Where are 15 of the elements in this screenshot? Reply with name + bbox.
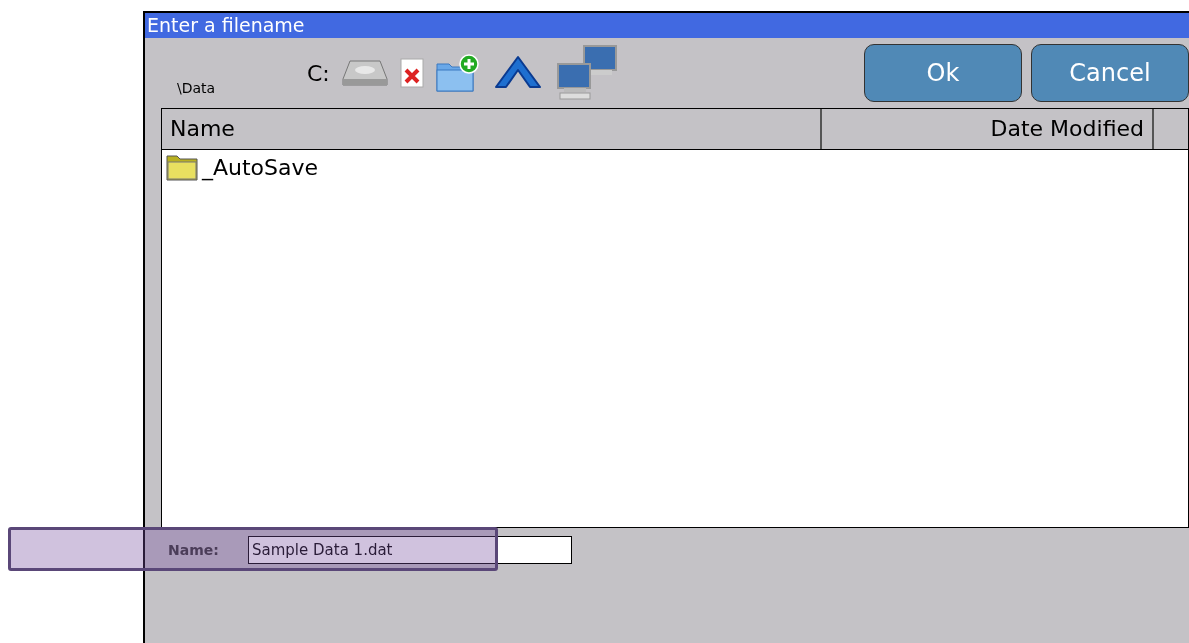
- new-folder-icon[interactable]: [435, 54, 480, 92]
- file-name[interactable]: _AutoSave: [202, 154, 319, 180]
- column-header[interactable]: Date Modified: [822, 109, 1154, 149]
- cancel-button[interactable]: Cancel: [1031, 44, 1189, 102]
- filename-field[interactable]: Sample Data 1.dat: [248, 535, 572, 564]
- column-header[interactable]: Name: [162, 109, 822, 149]
- name-label: Name:: [168, 541, 220, 558]
- folder-icon: [166, 153, 198, 181]
- delete-icon[interactable]: [399, 58, 424, 88]
- window-title: Enter a filename: [145, 13, 1189, 38]
- drive-label: C:: [307, 60, 330, 86]
- ok-button[interactable]: Ok: [864, 44, 1022, 102]
- current-path: \Data: [177, 80, 217, 96]
- hard-drive-icon[interactable]: [341, 58, 388, 88]
- network-computers-icon[interactable]: [555, 44, 618, 102]
